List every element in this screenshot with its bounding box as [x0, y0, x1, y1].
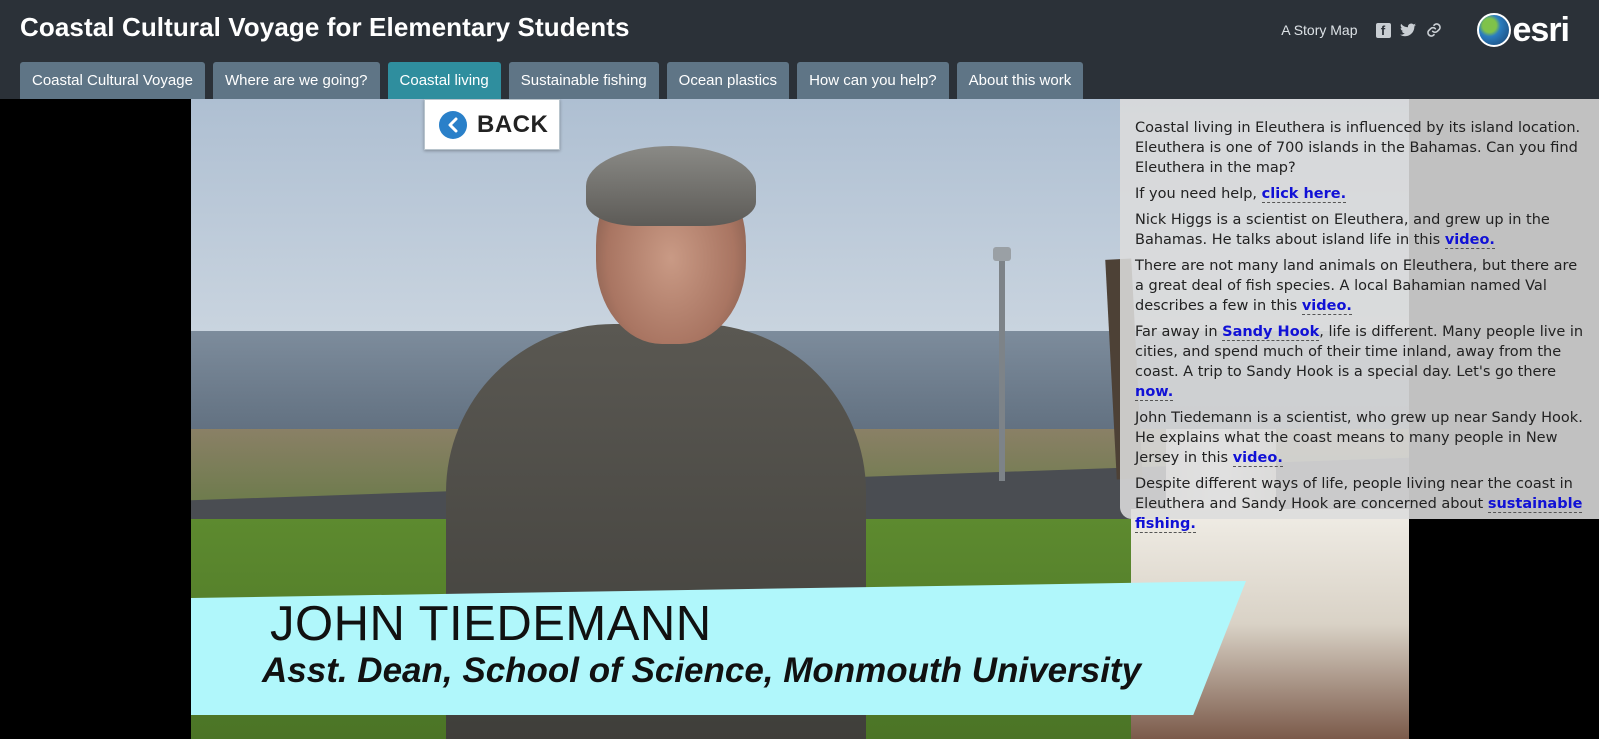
speaker-hair [586, 146, 756, 226]
app-title: Coastal Cultural Voyage for Elementary S… [20, 12, 630, 42]
tab-coastal-living[interactable]: Coastal living [387, 62, 501, 99]
sandy-hook-link[interactable]: Sandy Hook [1222, 324, 1320, 341]
tab-how-can-you-help[interactable]: How can you help? [797, 62, 949, 99]
nick-higgs-video-link[interactable]: video. [1444, 232, 1495, 249]
tab-ocean-plastics[interactable]: Ocean plastics [666, 62, 790, 99]
tab-where-are-we-going[interactable]: Where are we going? [212, 62, 380, 99]
esri-wordmark: esri [1512, 11, 1570, 49]
panel-paragraph-5: Far away in Sandy Hook, life is differen… [1135, 322, 1585, 402]
back-label: BACK [477, 110, 549, 138]
panel-text: Far away in [1135, 324, 1223, 340]
panel-paragraph-3: Nick Higgs is a scientist on Eleuthera, … [1135, 210, 1585, 250]
facebook-icon[interactable]: f [1375, 22, 1391, 38]
panel-paragraph-7: Despite different ways of life, people l… [1135, 474, 1585, 534]
header: Coastal Cultural Voyage for Elementary S… [0, 0, 1599, 99]
twitter-icon[interactable] [1399, 21, 1417, 39]
globe-icon [1476, 13, 1511, 47]
tab-coastal-cultural-voyage[interactable]: Coastal Cultural Voyage [20, 62, 205, 99]
tab-bar: Coastal Cultural Voyage Where are we goi… [20, 62, 1084, 99]
tab-sustainable-fishing[interactable]: Sustainable fishing [508, 62, 659, 99]
back-button[interactable]: BACK [424, 99, 560, 150]
panel-paragraph-6: John Tiedemann is a scientist, who grew … [1135, 408, 1585, 468]
video-lamp-post [999, 251, 1005, 481]
panel-text: There are not many land animals on Eleut… [1135, 258, 1578, 314]
go-now-link[interactable]: now. [1135, 384, 1174, 401]
panel-paragraph-2: If you need help, click here. [1135, 184, 1585, 204]
val-video-link[interactable]: video. [1301, 298, 1352, 315]
video-lamp-head [993, 247, 1011, 261]
esri-logo[interactable]: esri [1476, 11, 1570, 49]
click-here-link[interactable]: click here. [1261, 186, 1347, 203]
caption-name: JOHN TIEDEMANN [270, 597, 712, 651]
panel-paragraph-1: Coastal living in Eleuthera is influence… [1135, 120, 1581, 176]
link-icon[interactable] [1425, 21, 1443, 39]
side-text-panel: Coastal living in Eleuthera is influence… [1120, 99, 1599, 533]
panel-text: John Tiedemann is a scientist, who grew … [1135, 410, 1583, 466]
chevron-left-icon [439, 110, 467, 139]
header-right: A Story Map f esri [1281, 8, 1570, 52]
panel-paragraph-4: There are not many land animals on Eleut… [1135, 256, 1585, 316]
panel-text: If you need help, [1135, 186, 1262, 202]
caption-role: Asst. Dean, School of Science, Monmouth … [262, 651, 1142, 690]
john-tiedemann-video-link[interactable]: video. [1232, 450, 1283, 467]
story-map-label: A Story Map [1281, 22, 1358, 38]
tab-about-this-work[interactable]: About this work [956, 62, 1084, 99]
main-media-area: JOHN TIEDEMANN Asst. Dean, School of Sci… [0, 99, 1599, 739]
